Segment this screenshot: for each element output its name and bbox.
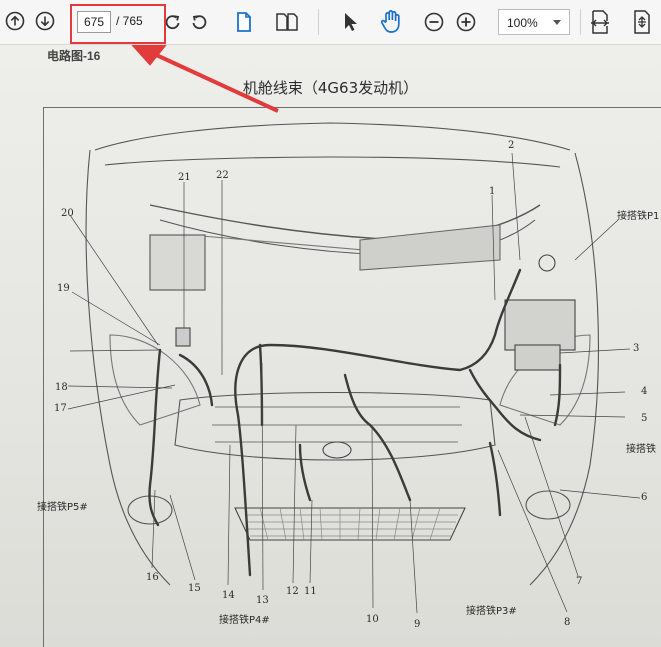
- select-cursor-icon: [345, 13, 357, 31]
- single-page-icon: [237, 12, 251, 32]
- zoom-value: 100%: [507, 16, 538, 30]
- rotate-clockwise-icon: [165, 15, 180, 30]
- toolbar-divider: [580, 9, 581, 35]
- single-page-view-button[interactable]: [233, 10, 255, 34]
- next-page-button[interactable]: [34, 10, 56, 32]
- fit-width-button[interactable]: [631, 9, 653, 35]
- zoom-in-button[interactable]: [455, 11, 477, 33]
- callout-number: 13: [256, 595, 269, 606]
- callout-number: 6: [641, 492, 648, 503]
- callout-number: 5: [641, 413, 648, 424]
- callout-number: 22: [216, 170, 229, 181]
- arrow-down-circle-icon: [35, 11, 55, 31]
- callout-number: 8: [564, 617, 571, 628]
- engine-bay-diagram: [67, 45, 641, 614]
- zoom-select[interactable]: 100%: [498, 9, 570, 35]
- toolbar-divider: [318, 9, 319, 35]
- zoom-in-icon: [456, 12, 476, 32]
- ground-label-p4: 接搭铁P4#: [219, 615, 270, 626]
- callout-number: 20: [61, 208, 74, 219]
- ground-label-p5: 接搭铁P5#: [37, 502, 88, 513]
- two-page-view-button[interactable]: [274, 10, 300, 34]
- hand-pan-icon: [380, 10, 400, 33]
- callout-number: 11: [304, 586, 317, 597]
- callout-number: 19: [57, 283, 70, 294]
- ground-label: 接搭铁: [626, 444, 656, 455]
- rotate-counterclockwise-button[interactable]: [188, 11, 210, 33]
- fit-page-icon: [591, 10, 609, 34]
- callout-number: 18: [55, 382, 68, 393]
- callout-number: 17: [54, 403, 67, 414]
- fit-width-icon: [634, 10, 650, 34]
- callout-number: 15: [188, 583, 201, 594]
- callout-number: 2: [508, 140, 515, 151]
- hand-tool-button[interactable]: [378, 8, 404, 34]
- callout-number: 16: [146, 572, 159, 583]
- callout-number: 12: [286, 586, 299, 597]
- two-page-icon: [276, 13, 298, 31]
- document-page[interactable]: 电路图-16 机舱线束（4G63发动机） 1 2 3 4 5 6 7 8 9 1…: [0, 45, 661, 647]
- callout-number: 7: [576, 576, 583, 587]
- callout-number: 21: [178, 172, 191, 183]
- callout-number: 10: [366, 614, 379, 625]
- zoom-out-icon: [424, 12, 444, 32]
- callout-number: 3: [633, 343, 640, 354]
- callout-number: 14: [222, 590, 235, 601]
- select-tool-button[interactable]: [340, 10, 360, 34]
- chevron-down-icon: [553, 20, 561, 25]
- ground-label-p1: 接搭铁P1: [617, 211, 660, 222]
- zoom-out-button[interactable]: [423, 11, 445, 33]
- callout-number: 9: [414, 619, 421, 630]
- previous-page-button[interactable]: [4, 10, 26, 32]
- callout-number: 4: [641, 386, 648, 397]
- callout-number: 1: [489, 186, 496, 197]
- fit-page-button[interactable]: [589, 9, 611, 35]
- rotate-counterclockwise-icon: [192, 15, 207, 30]
- arrow-up-circle-icon: [5, 11, 25, 31]
- page-number-highlight-box: [70, 4, 166, 44]
- ground-label-p3: 接搭铁P3#: [466, 606, 517, 617]
